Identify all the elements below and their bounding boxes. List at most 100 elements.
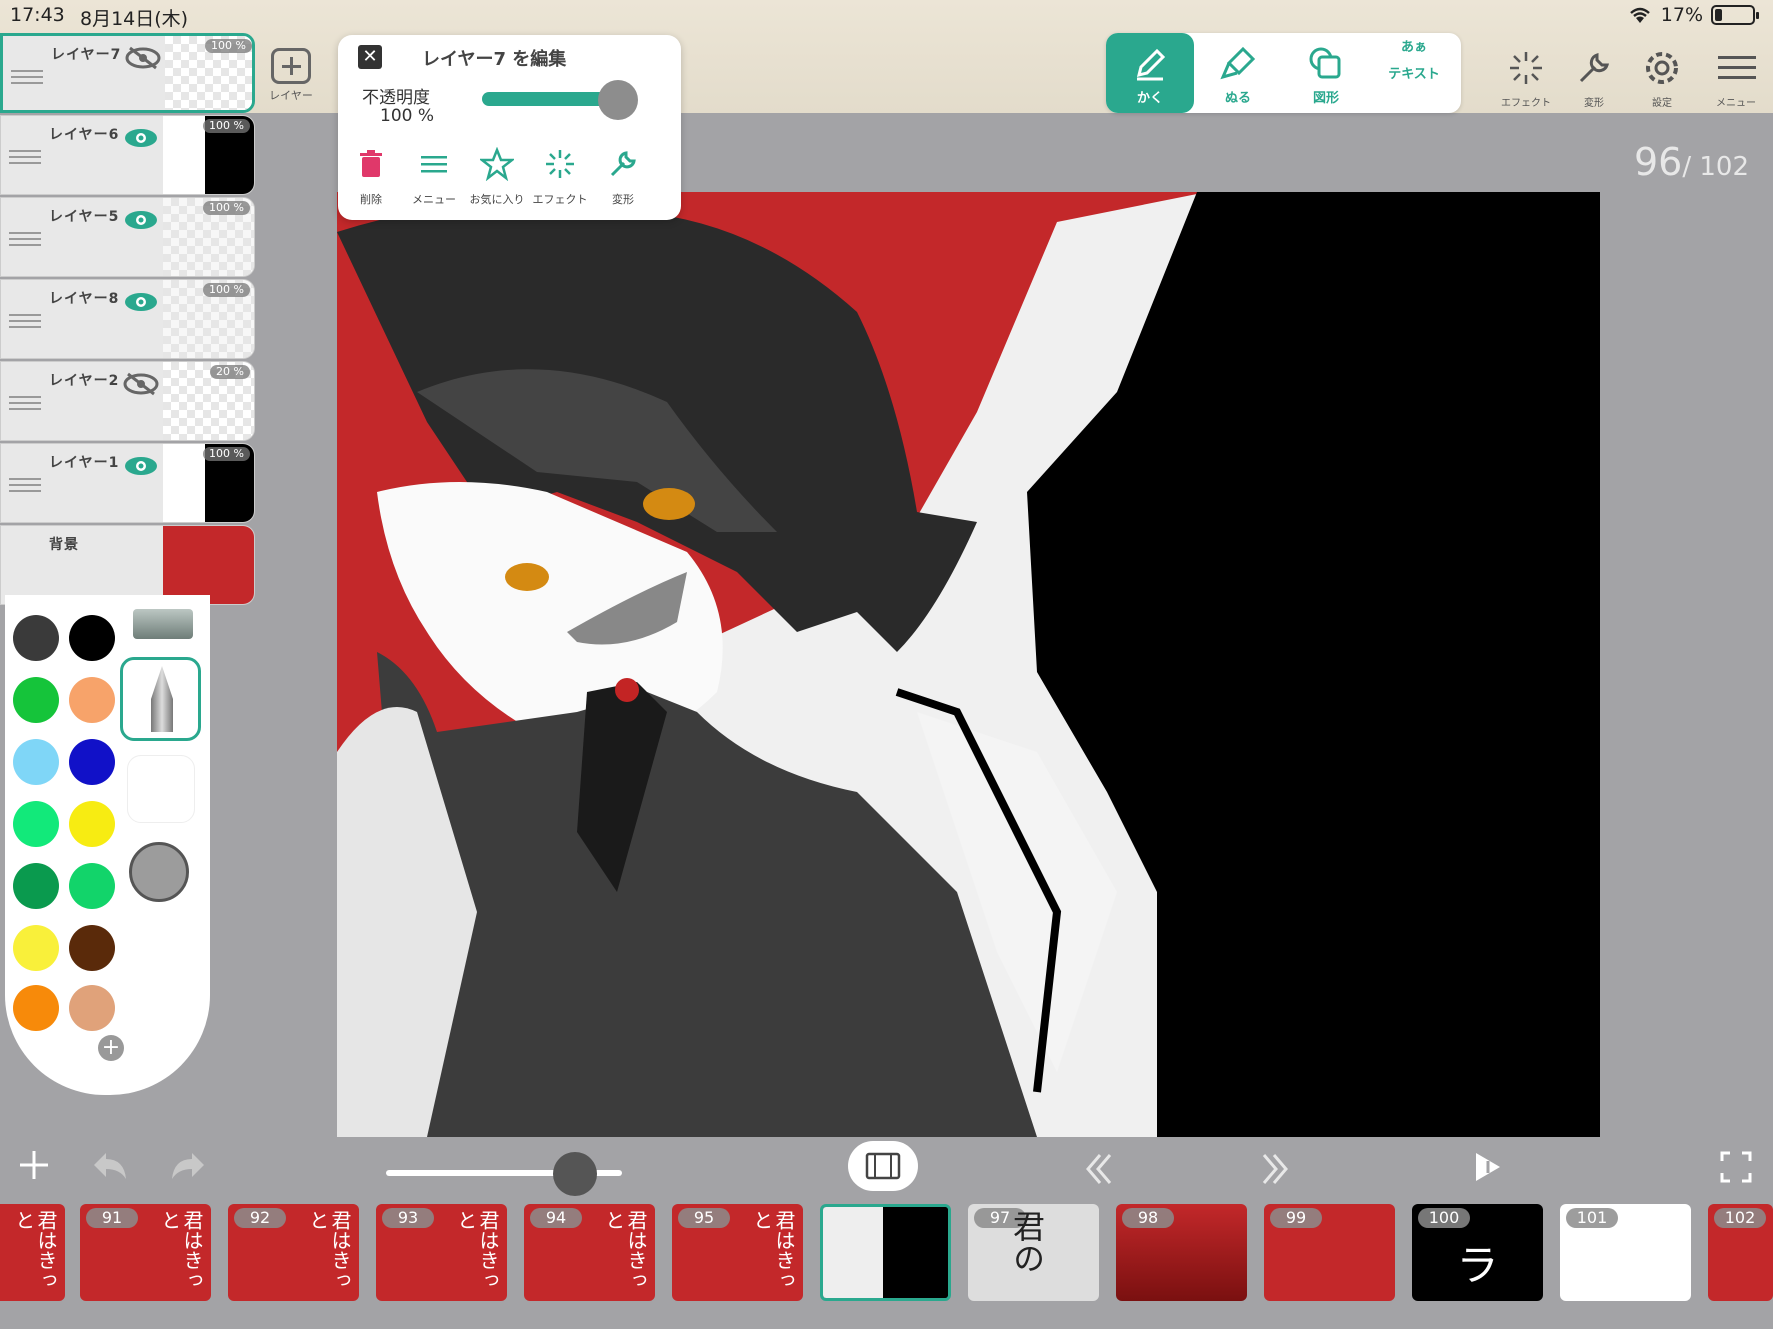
shape-tool-label: 図形 — [1312, 91, 1339, 106]
frame-text: 君はきっと — [750, 1210, 796, 1290]
frame-thumbnail[interactable]: 95 君はきっと — [672, 1204, 803, 1301]
frame-thumbnail[interactable]: 91 君はきっと — [80, 1204, 211, 1301]
add-color-icon[interactable]: + — [98, 1035, 124, 1061]
pen-tip-icon — [151, 666, 173, 732]
color-swatch[interactable] — [13, 615, 59, 661]
frame-preview — [883, 1207, 948, 1298]
color-swatch[interactable] — [13, 925, 59, 971]
play-music-icon[interactable] — [1468, 1149, 1504, 1185]
drag-handle-icon[interactable] — [9, 232, 41, 246]
status-right: 17% — [1627, 4, 1759, 26]
playback-speed-knob[interactable] — [552, 1152, 597, 1196]
redo-icon[interactable] — [168, 1147, 208, 1183]
shape-tool-button[interactable]: 図形 — [1282, 33, 1370, 113]
eye-hidden-icon[interactable] — [122, 372, 160, 396]
layer-item[interactable]: レイヤー2 20 % — [0, 361, 255, 441]
layer-opacity: 100 % — [203, 447, 250, 461]
main-menu-button[interactable]: メニュー — [1704, 48, 1768, 109]
pen-brush-button[interactable] — [120, 657, 201, 741]
menu-icon — [421, 156, 447, 173]
layer-item[interactable]: レイヤー5 100 % — [0, 197, 255, 277]
eye-hidden-icon[interactable] — [124, 46, 162, 70]
eye-icon[interactable] — [122, 126, 160, 150]
settings-label: 設定 — [1652, 98, 1672, 109]
fill-tool-button[interactable]: ぬる — [1194, 33, 1282, 113]
layer-name: レイヤー2 — [49, 373, 120, 389]
layer-item[interactable]: レイヤー7 100 % — [0, 33, 255, 113]
color-swatch[interactable] — [13, 677, 59, 723]
add-layer-button[interactable]: レイヤー — [268, 48, 314, 106]
color-swatch[interactable] — [69, 925, 115, 971]
frame-text: 君はきっと — [454, 1210, 500, 1290]
frame-text: 君はきっと — [306, 1210, 352, 1290]
drag-handle-icon[interactable] — [9, 150, 41, 164]
layer-opacity: 100 % — [205, 39, 252, 53]
transform-button[interactable]: 変形 — [590, 147, 656, 207]
color-swatch[interactable] — [69, 801, 115, 847]
frame-number: 98 — [1122, 1208, 1174, 1228]
frame-thumbnail[interactable]: 93 君はきっと — [376, 1204, 507, 1301]
color-swatch[interactable] — [69, 863, 115, 909]
frame-total: / 102 — [1682, 152, 1749, 182]
eye-icon[interactable] — [122, 454, 160, 478]
text-tool-button[interactable]: あぁ テキスト — [1370, 33, 1458, 113]
add-frame-icon[interactable] — [16, 1147, 52, 1183]
undo-icon[interactable] — [90, 1147, 130, 1183]
drag-handle-icon[interactable] — [9, 478, 41, 492]
main-menu-label: メニュー — [1716, 98, 1756, 109]
settings-button[interactable]: 設定 — [1630, 48, 1694, 109]
color-swatch[interactable] — [13, 739, 59, 785]
layer-menu-button[interactable]: メニュー — [401, 147, 467, 207]
fullscreen-icon[interactable] — [1718, 1149, 1754, 1185]
eye-icon[interactable] — [122, 290, 160, 314]
frame-thumbnail[interactable]: 99 — [1264, 1204, 1395, 1301]
layer-item[interactable]: レイヤー8 100 % — [0, 279, 255, 359]
color-swatch[interactable] — [69, 677, 115, 723]
color-swatch[interactable] — [13, 985, 59, 1031]
menu-label: メニュー — [412, 193, 456, 206]
brush-size-indicator[interactable] — [129, 842, 189, 902]
current-color-white[interactable] — [127, 755, 195, 823]
add-layer-label: レイヤー — [269, 89, 313, 102]
eraser-icon[interactable] — [133, 609, 193, 639]
layer-item-background[interactable]: 背景 — [0, 525, 255, 605]
drag-handle-icon[interactable] — [11, 70, 43, 84]
drag-handle-icon[interactable] — [9, 396, 41, 410]
frame-thumbnail[interactable]: 97 君の — [968, 1204, 1099, 1301]
previous-frame-icon[interactable] — [1082, 1151, 1118, 1187]
eye-icon[interactable] — [122, 208, 160, 232]
color-swatch[interactable] — [13, 863, 59, 909]
color-swatch[interactable] — [13, 801, 59, 847]
delete-button[interactable]: 削除 — [338, 147, 404, 207]
status-date: 8月14日(木) — [80, 8, 189, 30]
frames-strip: 君はきっと 91 君はきっと 92 君はきっと 93 君はきっと 94 君はきっ… — [0, 1204, 1773, 1301]
film-button[interactable] — [848, 1141, 918, 1191]
fill-tool-label: ぬる — [1224, 91, 1251, 106]
frame-thumbnail[interactable]: 101 — [1560, 1204, 1691, 1301]
drawing-canvas[interactable] — [337, 192, 1600, 1137]
close-icon[interactable]: ✕ — [358, 45, 382, 69]
transform-menu-button[interactable]: 変形 — [1562, 48, 1626, 109]
frame-thumbnail[interactable]: 100 ラ — [1412, 1204, 1543, 1301]
trash-icon — [360, 150, 382, 177]
opacity-slider-knob[interactable] — [598, 80, 638, 120]
frame-thumbnail[interactable]: 94 君はきっと — [524, 1204, 655, 1301]
drag-handle-icon[interactable] — [9, 314, 41, 328]
effect-button[interactable]: エフェクト — [527, 147, 593, 207]
frame-thumbnail[interactable]: 君はきっと — [0, 1204, 65, 1301]
next-frame-icon[interactable] — [1256, 1151, 1292, 1187]
effect-menu-button[interactable]: エフェクト — [1494, 48, 1558, 109]
frame-thumbnail[interactable]: 98 — [1116, 1204, 1247, 1301]
draw-tool-button[interactable]: かく — [1106, 33, 1194, 113]
color-swatch[interactable] — [69, 739, 115, 785]
text-tool-label: テキスト — [1388, 67, 1440, 82]
layer-item[interactable]: レイヤー1 100 % — [0, 443, 255, 523]
frame-thumbnail[interactable]: 92 君はきっと — [228, 1204, 359, 1301]
frame-thumbnail[interactable]: 102 — [1708, 1204, 1773, 1301]
color-swatch[interactable] — [69, 615, 115, 661]
favorite-button[interactable]: お気に入り — [464, 146, 530, 207]
color-swatch[interactable] — [69, 985, 115, 1031]
film-icon — [865, 1152, 901, 1180]
frame-thumbnail-current[interactable]: 96 — [820, 1204, 951, 1301]
layer-item[interactable]: レイヤー6 100 % — [0, 115, 255, 195]
